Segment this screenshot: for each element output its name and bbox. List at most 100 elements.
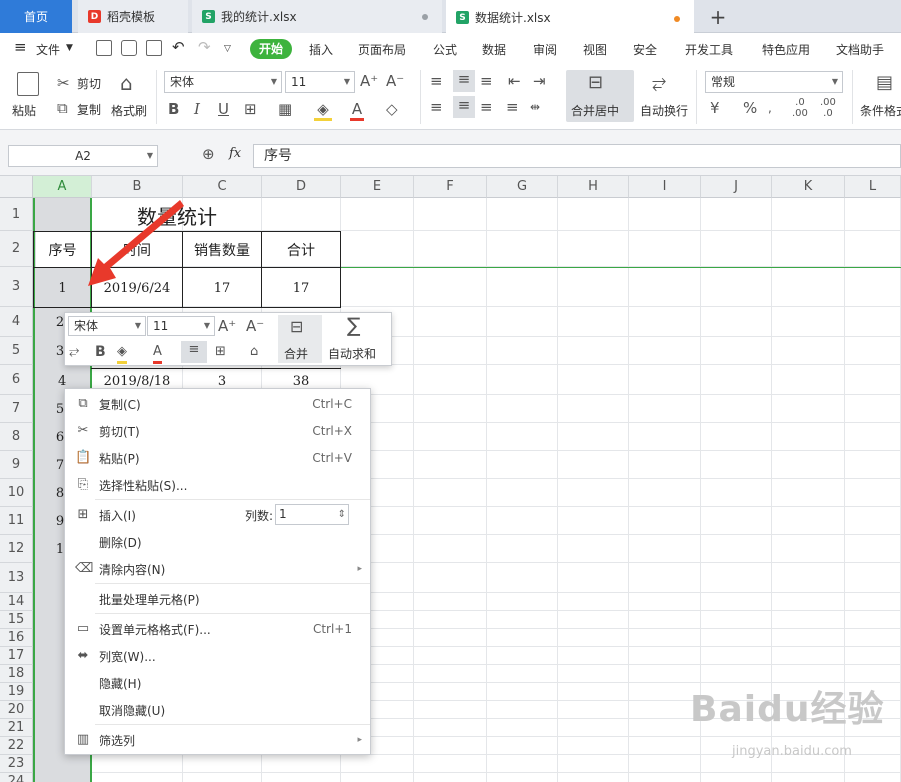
border-icon[interactable]: ⊞ <box>215 343 226 361</box>
print-icon[interactable] <box>121 40 137 56</box>
menu-review[interactable]: 审阅 <box>533 41 557 58</box>
align-bottom-icon[interactable]: ≡ <box>480 72 493 90</box>
row-header-6[interactable]: 6 <box>0 365 33 395</box>
fx-icon[interactable]: fx <box>229 146 241 161</box>
format-painter-button[interactable]: 格式刷 <box>111 102 147 119</box>
increase-font-icon[interactable]: A⁺ <box>360 72 378 90</box>
select-all-corner[interactable] <box>0 176 33 198</box>
menu-insert[interactable]: 插入 <box>309 41 333 58</box>
increase-font-icon[interactable]: A⁺ <box>218 317 236 335</box>
align-left-icon[interactable]: ≡ <box>430 98 443 116</box>
context-menu-item[interactable]: ⬌ 列宽(W)... <box>65 643 370 669</box>
italic-icon[interactable]: I <box>194 100 200 118</box>
hamburger-icon[interactable]: ≡ <box>14 38 27 56</box>
conditional-format-icon[interactable]: ▤ <box>876 74 893 92</box>
row-header-18[interactable]: 18 <box>0 665 33 683</box>
row-header-10[interactable]: 10 <box>0 479 33 507</box>
menu-special-apps[interactable]: 特色应用 <box>762 41 810 58</box>
font-family-select[interactable]: 宋体 ▼ <box>164 71 282 93</box>
indent-decrease-icon[interactable]: ⇤ <box>508 72 521 90</box>
data-cell[interactable]: 17 <box>183 268 261 308</box>
name-box[interactable]: A2 ▼ <box>8 145 158 167</box>
thousands-separator-icon[interactable]: , <box>768 99 772 117</box>
format-painter-icon[interactable]: ⌂ <box>120 73 133 93</box>
column-header-i[interactable]: I <box>629 176 701 198</box>
redo-icon[interactable]: ↷ <box>198 38 211 56</box>
save-icon[interactable] <box>96 40 112 56</box>
mini-autosum-button[interactable]: 自动求和 <box>328 345 376 362</box>
percent-icon[interactable]: % <box>743 99 757 117</box>
context-menu-item[interactable]: 删除(D) <box>65 529 370 555</box>
chevron-down-icon[interactable]: ▼ <box>66 43 73 53</box>
scissors-icon[interactable]: ✂ <box>57 74 70 92</box>
number-format-select[interactable]: 常规 ▼ <box>705 71 843 93</box>
format-painter-icon[interactable]: ⌂ <box>250 343 258 361</box>
fill-color-icon[interactable]: ◈ <box>314 100 332 121</box>
font-color-icon[interactable]: A <box>350 100 364 121</box>
column-header-l[interactable]: L <box>845 176 901 198</box>
context-menu-item[interactable]: ⎘ 选择性粘贴(S)... <box>65 472 370 498</box>
row-header-5[interactable]: 5 <box>0 337 33 365</box>
context-menu-item[interactable]: ▥ 筛选列 ▸ <box>65 727 370 753</box>
new-tab-button[interactable]: + <box>708 0 728 33</box>
row-header-17[interactable]: 17 <box>0 647 33 665</box>
row-header-23[interactable]: 23 <box>0 755 33 773</box>
tab-file-data-stats[interactable]: S 数据统计.xlsx <box>446 0 694 33</box>
print-preview-icon[interactable] <box>146 40 162 56</box>
currency-icon[interactable]: ¥ <box>710 99 720 117</box>
cut-button[interactable]: 剪切 <box>77 75 101 92</box>
conditional-format-button[interactable]: 条件格式 <box>860 102 901 119</box>
underline-icon[interactable]: U <box>218 100 229 118</box>
decrease-decimal-icon[interactable]: .00.0 <box>820 97 836 119</box>
bold-icon[interactable]: B <box>168 100 179 118</box>
copy-icon[interactable]: ⧉ <box>57 99 68 117</box>
menu-formula[interactable]: 公式 <box>433 41 457 58</box>
data-cell[interactable]: 17 <box>262 268 340 308</box>
row-header-16[interactable]: 16 <box>0 629 33 647</box>
spinner-icon[interactable]: ⇕ <box>338 505 346 524</box>
menu-page-layout[interactable]: 页面布局 <box>358 41 406 58</box>
row-header-1[interactable]: 1 <box>0 198 33 231</box>
menu-doc-helper[interactable]: 文档助手 <box>836 41 884 58</box>
bold-icon[interactable]: B <box>95 343 106 361</box>
row-header-4[interactable]: 4 <box>0 307 33 337</box>
wrap-icon[interactable]: ⥂ <box>69 343 79 361</box>
border-icon[interactable]: ⊞ <box>244 100 257 118</box>
column-header-j[interactable]: J <box>701 176 772 198</box>
tab-template[interactable]: D 稻壳模板 <box>78 0 188 33</box>
justify-icon[interactable]: ≡ <box>506 98 519 116</box>
row-header-19[interactable]: 19 <box>0 683 33 701</box>
formula-input[interactable]: 序号 <box>253 144 901 168</box>
row-header-21[interactable]: 21 <box>0 719 33 737</box>
row-header-15[interactable]: 15 <box>0 611 33 629</box>
context-menu-item[interactable]: 隐藏(H) <box>65 670 370 696</box>
font-color-icon[interactable]: A <box>153 343 162 364</box>
column-header-h[interactable]: H <box>558 176 629 198</box>
menu-dev-tools[interactable]: 开发工具 <box>685 41 733 58</box>
wrap-text-button[interactable]: 自动换行 <box>640 102 688 119</box>
row-header-20[interactable]: 20 <box>0 701 33 719</box>
merge-center-button[interactable]: ⊟ 合并居中 <box>566 70 634 122</box>
context-menu-item[interactable]: 批量处理单元格(P) <box>65 586 370 612</box>
row-header-8[interactable]: 8 <box>0 423 33 451</box>
menu-start[interactable]: 开始 <box>250 39 292 59</box>
mini-size-select[interactable]: 11 ▼ <box>147 316 215 336</box>
distributed-icon[interactable]: ⇹ <box>530 98 540 116</box>
column-header-k[interactable]: K <box>772 176 845 198</box>
context-menu-item[interactable]: ⧉ 复制(C) Ctrl+C <box>65 391 370 417</box>
column-header-f[interactable]: F <box>414 176 487 198</box>
decrease-font-icon[interactable]: A⁻ <box>246 317 264 335</box>
row-header-14[interactable]: 14 <box>0 593 33 611</box>
wrap-text-icon[interactable]: ⥂ <box>652 74 666 92</box>
zoom-icon[interactable]: ⊕ <box>202 145 215 163</box>
align-middle-icon[interactable]: ≡ <box>453 70 475 92</box>
menu-file[interactable]: 文件 <box>36 41 60 58</box>
header-cell[interactable]: 销售数量 <box>183 232 261 267</box>
menu-security[interactable]: 安全 <box>633 41 657 58</box>
row-header-11[interactable]: 11 <box>0 507 33 535</box>
context-menu-item[interactable]: 📋 粘贴(P) Ctrl+V <box>65 445 370 471</box>
customize-quick-access-icon[interactable]: ▽ <box>224 44 231 54</box>
column-count-input[interactable]: 1 ⇕ <box>275 504 349 525</box>
column-header-d[interactable]: D <box>262 176 341 198</box>
clear-icon[interactable]: ◇ <box>386 100 398 118</box>
